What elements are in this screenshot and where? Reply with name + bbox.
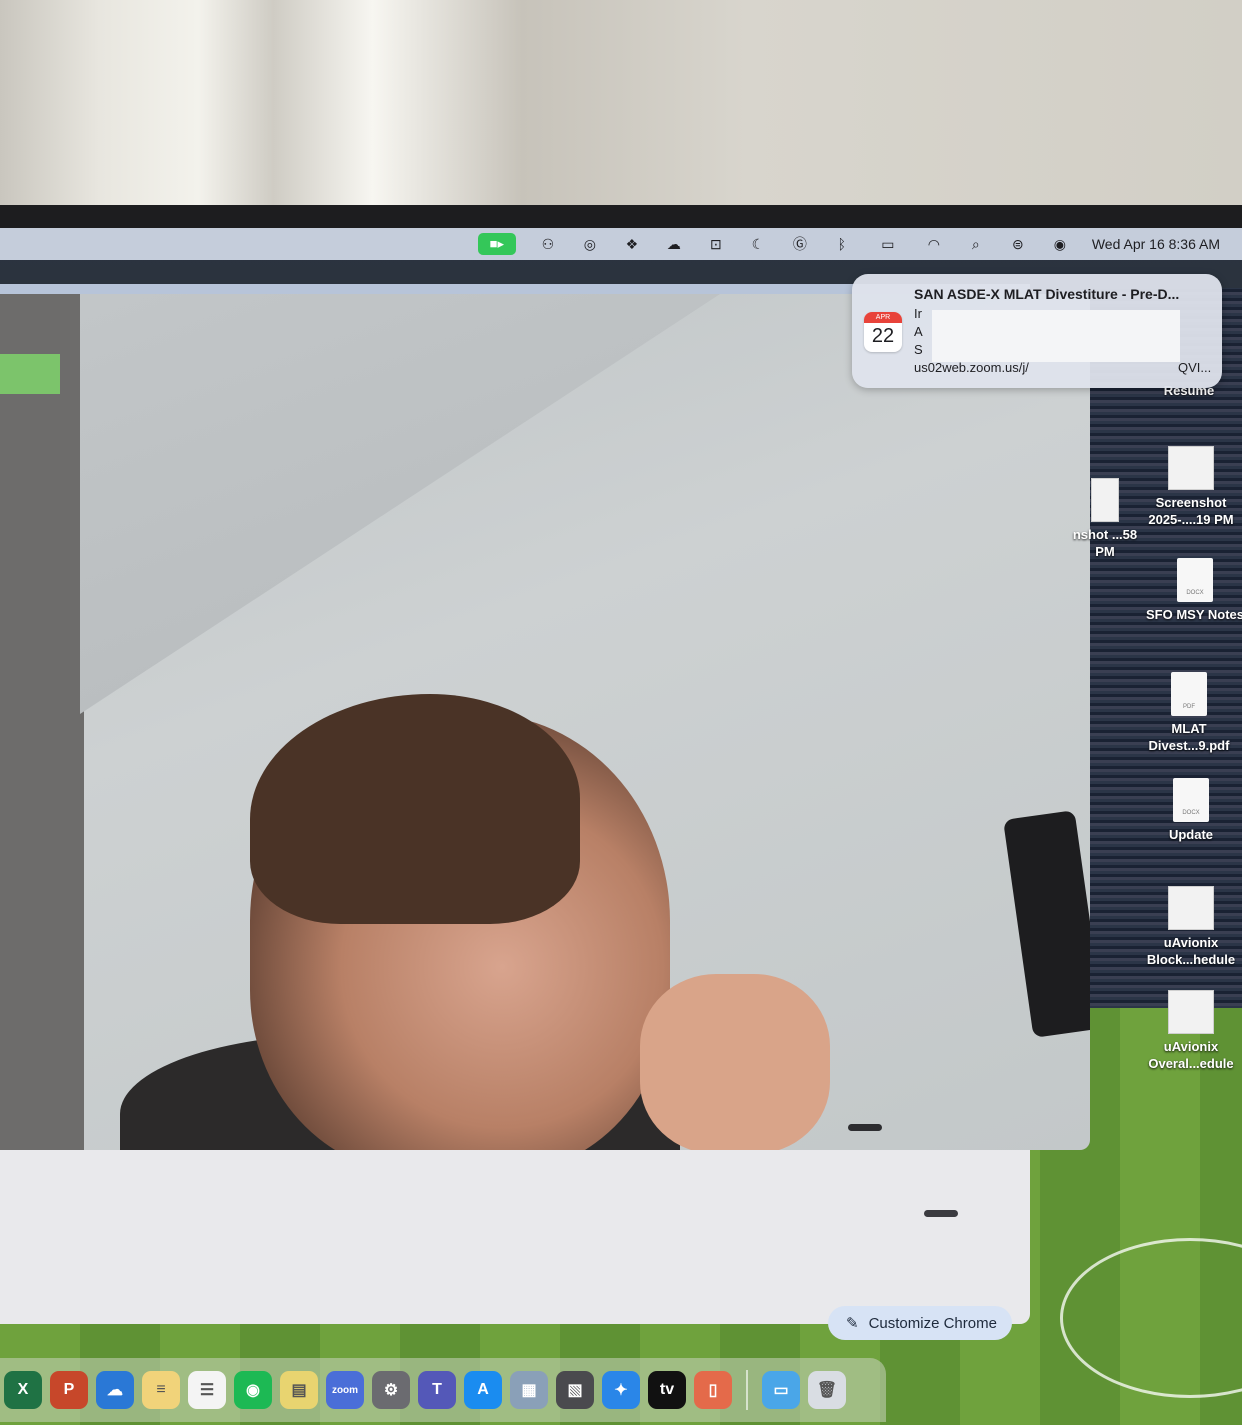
safari-icon[interactable]: ✦ — [602, 1371, 640, 1409]
dock: X P ☁ ≡ ☰ ◉ ▤ zoom ⚙ T A ▦ ▧ ✦ tv ▯ ▭ 🗑 — [0, 1358, 886, 1422]
calendar-icon-day: 22 — [871, 325, 895, 347]
screenshot-thumbnail-icon — [1168, 886, 1214, 930]
window-resize-handle[interactable] — [924, 1210, 958, 1217]
app-store-icon[interactable]: A — [464, 1371, 502, 1409]
trash-icon[interactable]: 🗑 — [808, 1371, 846, 1409]
dock-separator — [746, 1370, 748, 1410]
notes-icon[interactable]: ≡ — [142, 1371, 180, 1409]
desktop-icon-label: nshot ...58 PM — [1072, 527, 1138, 559]
siri-icon[interactable]: ◉ — [1050, 236, 1070, 252]
video-person-hair — [250, 694, 580, 924]
desktop-icon-uavionix-overall[interactable]: uAvionix Overal...edule — [1136, 990, 1242, 1072]
screenshot-thumbnail-icon — [1168, 990, 1214, 1034]
apple-tv-icon[interactable]: tv — [648, 1371, 686, 1409]
screen: ✎ Customize Chrome Resume Screenshot 202… — [0, 228, 1242, 1425]
pdf-file-icon: PDF — [1171, 672, 1207, 716]
teams-icon[interactable]: ⚇ — [538, 236, 558, 252]
video-green-indicator — [0, 354, 60, 394]
preview-icon[interactable]: ▦ — [510, 1371, 548, 1409]
desktop-icon-label: Screenshot 2025-....19 PM — [1148, 495, 1234, 527]
redaction-box — [932, 310, 1180, 362]
desktop-icon-mlat-pdf[interactable]: PDF MLAT Divest...9.pdf — [1134, 672, 1242, 754]
desktop-icon-label: uAvionix Block...hedule — [1146, 935, 1236, 967]
icloud-icon[interactable]: ☁ — [664, 236, 684, 252]
desktop-icon-label: uAvionix Overal...edule — [1148, 1039, 1234, 1071]
video-resize-handle[interactable] — [848, 1124, 882, 1131]
bluetooth-icon[interactable]: ᛒ — [832, 236, 852, 252]
moon-icon[interactable]: ☾ — [748, 236, 768, 252]
system-settings-icon[interactable]: ⚙ — [372, 1371, 410, 1409]
creative-cloud-icon[interactable]: ◎ — [580, 236, 600, 252]
desktop-icon-screenshot-2[interactable]: nshot ...58 PM — [1062, 478, 1148, 560]
reminders-icon[interactable]: ☰ — [188, 1371, 226, 1409]
onedrive-icon[interactable]: ☁ — [96, 1371, 134, 1409]
wall-background — [0, 0, 1242, 212]
video-ceiling — [80, 294, 720, 714]
folder-icon[interactable]: ▭ — [762, 1371, 800, 1409]
notification-title: SAN ASDE-X MLAT Divestiture - Pre-D... — [914, 286, 1180, 302]
control-center-icon[interactable]: ⊜ — [1008, 236, 1028, 252]
video-person-hand — [640, 974, 830, 1150]
notification-line: A — [914, 324, 923, 339]
spotify-icon[interactable]: ◉ — [234, 1371, 272, 1409]
battery-icon[interactable]: ▭ — [874, 236, 902, 252]
desktop-icon-sfo-msy-notes[interactable]: DOCX SFO MSY Notes — [1140, 558, 1242, 623]
screenshot-thumbnail-icon — [1168, 446, 1214, 490]
video-phone — [1003, 810, 1090, 1038]
calendar-icon: APR 22 — [864, 312, 902, 352]
excel-icon[interactable]: X — [4, 1371, 42, 1409]
outlook-icon[interactable]: ⊡ — [706, 236, 726, 252]
notification-link-tail: QVI... — [1178, 360, 1212, 375]
desktop-icon-label: MLAT Divest...9.pdf — [1148, 721, 1230, 753]
iphone-mirroring-icon[interactable]: ▯ — [694, 1371, 732, 1409]
calendar-icon-month: APR — [864, 312, 902, 323]
screenshot-thumbnail-icon — [1091, 478, 1119, 522]
notification-link: us02web.zoom.us/j/ — [914, 360, 1029, 375]
notification-line: Ir — [914, 306, 922, 321]
desktop-icon-label: Update — [1168, 827, 1214, 842]
docx-file-icon: DOCX — [1177, 558, 1213, 602]
stickies-icon[interactable]: ▤ — [280, 1371, 318, 1409]
docx-file-icon: DOCX — [1173, 778, 1209, 822]
video-left-edge — [0, 294, 84, 1150]
menu-bar-clock[interactable]: Wed Apr 16 8:36 AM — [1092, 236, 1220, 252]
camera-icon[interactable]: ■▸ — [477, 233, 516, 255]
customize-chrome-label: Customize Chrome — [868, 1314, 997, 1332]
teams-icon[interactable]: T — [418, 1371, 456, 1409]
desktop-icon-label: SFO MSY Notes — [1145, 607, 1242, 622]
desktop-icon-update[interactable]: DOCX Update — [1136, 778, 1242, 843]
camera-preview-window — [0, 294, 1090, 1150]
grammarly-icon[interactable]: Ⓖ — [790, 236, 810, 252]
dropbox-icon[interactable]: ❖ — [622, 236, 642, 252]
wifi-icon[interactable]: ◠ — [924, 236, 944, 252]
desktop-icon-uavionix-block[interactable]: uAvionix Block...hedule — [1136, 886, 1242, 968]
powerpoint-icon[interactable]: P — [50, 1371, 88, 1409]
photo-booth-icon[interactable]: ▧ — [556, 1371, 594, 1409]
menu-bar: ■▸ ⚇ ◎ ❖ ☁ ⊡ ☾ Ⓖ ᛒ ▭ ◠ ⌕ ⊜ ◉ Wed Apr 16 … — [0, 228, 1242, 260]
zoom-icon[interactable]: zoom — [326, 1371, 364, 1409]
notification-line: S — [914, 342, 923, 357]
customize-chrome-button[interactable]: ✎ Customize Chrome — [828, 1306, 1012, 1340]
pencil-icon: ✎ — [846, 1315, 859, 1332]
search-icon[interactable]: ⌕ — [966, 236, 986, 252]
desktop-icon-screenshot[interactable]: Screenshot 2025-....19 PM — [1136, 446, 1242, 528]
calendar-notification[interactable]: APR 22 SAN ASDE-X MLAT Divestiture - Pre… — [852, 274, 1222, 388]
